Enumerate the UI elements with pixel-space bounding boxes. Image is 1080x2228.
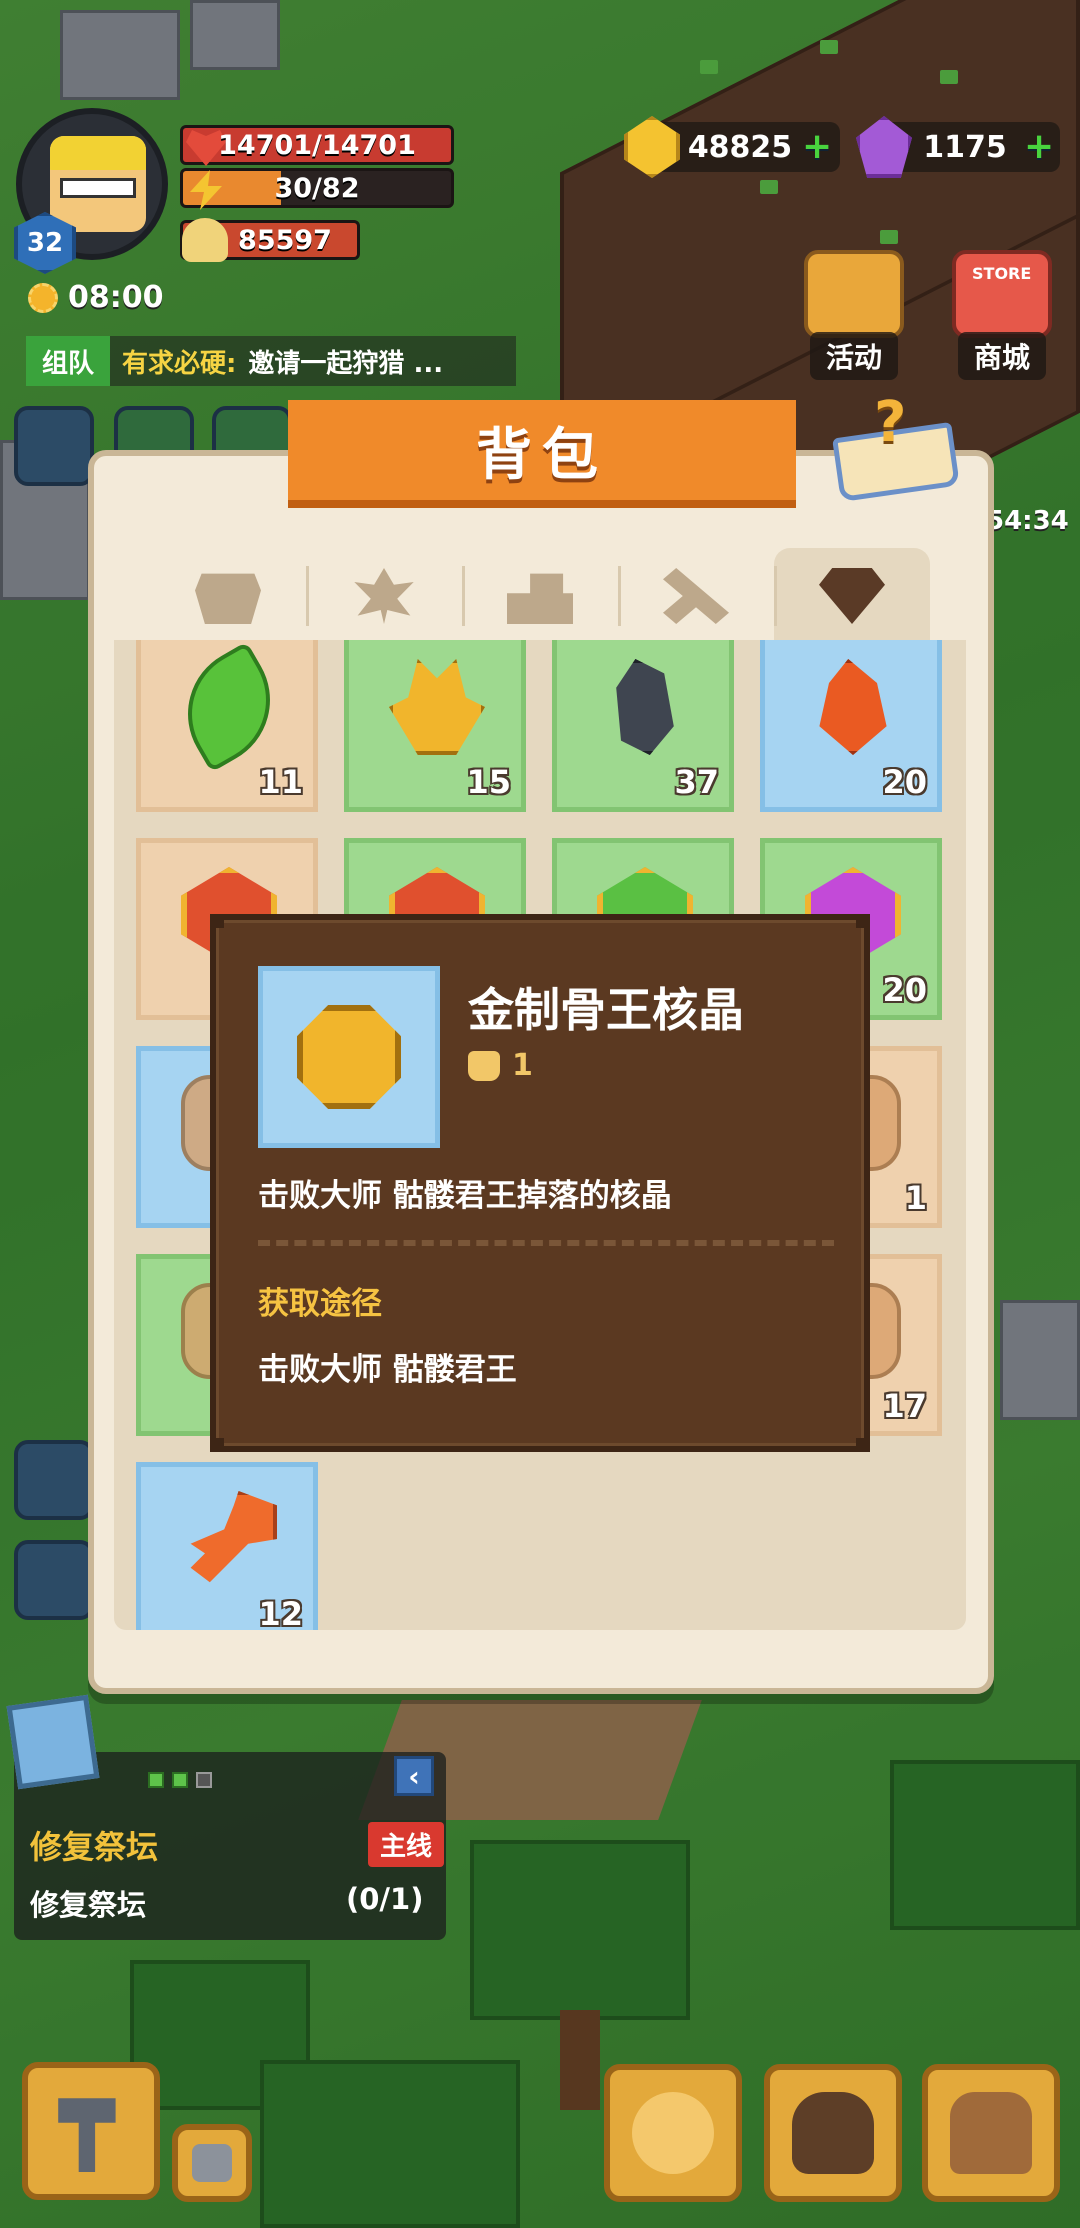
help-book-button[interactable]: ? bbox=[830, 390, 960, 503]
orangecrystal-icon bbox=[819, 659, 887, 755]
item-count: 37 bbox=[674, 763, 719, 801]
item-slot[interactable]: 12 bbox=[136, 1462, 318, 1630]
item-count: 1 bbox=[904, 1179, 927, 1217]
plant-icon bbox=[354, 568, 414, 624]
item-count: 15 bbox=[466, 763, 511, 801]
tab-plants[interactable] bbox=[306, 548, 462, 644]
tools-icon bbox=[663, 568, 729, 624]
gem-value: 1175 bbox=[923, 129, 1007, 165]
hp-value: 14701/14701 bbox=[218, 129, 416, 161]
energy-value: 30/82 bbox=[274, 172, 360, 204]
fullscreen-icon[interactable] bbox=[14, 406, 94, 486]
item-count: 20 bbox=[882, 763, 927, 801]
side-timer: 54:34 bbox=[986, 506, 1069, 536]
hero-button[interactable] bbox=[604, 2064, 742, 2202]
item-slot[interactable]: 37 bbox=[552, 640, 734, 812]
backpack-button[interactable] bbox=[922, 2064, 1060, 2202]
camera-icon bbox=[192, 2144, 232, 2182]
camera-button[interactable] bbox=[172, 2124, 252, 2202]
item-slot[interactable]: 11 bbox=[136, 640, 318, 812]
item-owned: 1 bbox=[468, 1048, 533, 1083]
team-invite-strip[interactable]: 组队 有求必硬: 邀请一起狩猎 ... bbox=[26, 336, 516, 386]
backpack-icon bbox=[950, 2092, 1032, 2174]
location-icon[interactable] bbox=[14, 1540, 94, 1620]
page-dot bbox=[172, 1772, 188, 1788]
shop-label: 商城 bbox=[957, 332, 1046, 380]
team-message: 邀请一起狩猎 ... bbox=[248, 348, 444, 379]
item-count: 11 bbox=[258, 763, 303, 801]
diamond-icon bbox=[819, 568, 885, 624]
quest-objective: 修复祭坛 bbox=[30, 1888, 147, 1922]
clock-time: 08:00 bbox=[68, 280, 164, 315]
team-tag: 组队 bbox=[26, 336, 111, 386]
hp-bar: 14701/14701 bbox=[180, 125, 454, 165]
add-gems-button[interactable]: + bbox=[1024, 129, 1054, 165]
item-slot[interactable]: 15 bbox=[344, 640, 526, 812]
quest-title: 修复祭坛 bbox=[30, 1828, 159, 1866]
goldcrystal-icon bbox=[389, 659, 485, 755]
darkcrystal-icon bbox=[616, 659, 674, 755]
bag-title-banner: 背包 bbox=[288, 400, 796, 508]
item-detail-popup: 金制骨王核晶 1 击败大师 骷髅君王掉落的核晶 获取途径 击败大师 骷髅君王 bbox=[210, 914, 870, 1452]
item-count: 17 bbox=[882, 1387, 927, 1425]
quest-page-dots bbox=[148, 1772, 212, 1788]
skull-core-icon bbox=[297, 1005, 401, 1109]
brick-icon bbox=[507, 573, 573, 624]
leaf-icon bbox=[163, 641, 295, 773]
divider bbox=[258, 1240, 834, 1246]
hero-icon bbox=[632, 2092, 714, 2174]
tab-gems[interactable] bbox=[774, 548, 930, 644]
bag-tabs bbox=[150, 548, 930, 644]
item-description: 击败大师 骷髅君王掉落的核晶 bbox=[258, 1178, 672, 1214]
key-icon bbox=[190, 1491, 277, 1583]
pets-icon bbox=[792, 2092, 874, 2174]
power-value: 85597 bbox=[238, 224, 332, 256]
bag-icon bbox=[468, 1050, 500, 1081]
bag-title: 背包 bbox=[476, 422, 608, 488]
event-button[interactable]: 活动 bbox=[796, 250, 912, 386]
source-heading: 获取途径 bbox=[258, 1286, 382, 1322]
game-clock: 08:00 bbox=[28, 280, 164, 315]
item-count: 20 bbox=[882, 971, 927, 1009]
build-button[interactable] bbox=[22, 2062, 160, 2200]
item-name: 金制骨王核晶 bbox=[468, 983, 744, 1037]
page-dot bbox=[196, 1772, 212, 1788]
quest-book-icon[interactable] bbox=[6, 1694, 100, 1790]
pets-button[interactable] bbox=[764, 2064, 902, 2202]
owned-count: 1 bbox=[512, 1048, 533, 1083]
quest-type-tag: 主线 bbox=[368, 1822, 445, 1867]
event-label: 活动 bbox=[809, 332, 898, 380]
event-icon bbox=[804, 250, 904, 338]
tab-materials[interactable] bbox=[462, 548, 618, 644]
item-slot[interactable]: 20 bbox=[760, 640, 942, 812]
quest-progress: (0/1) bbox=[346, 1882, 424, 1916]
page-dot bbox=[148, 1772, 164, 1788]
shop-sign: STORE bbox=[972, 264, 1032, 283]
avatar-portrait bbox=[50, 136, 146, 232]
item-count: 12 bbox=[258, 1595, 303, 1630]
tab-pots[interactable] bbox=[150, 548, 306, 644]
add-coins-button[interactable]: + bbox=[802, 129, 832, 165]
question-mark-icon: ? bbox=[874, 390, 907, 455]
tab-tools[interactable] bbox=[618, 548, 774, 644]
team-sender: 有求必硬: bbox=[122, 348, 237, 379]
sun-icon bbox=[28, 282, 58, 313]
energy-bar: 30/82 bbox=[180, 168, 454, 208]
source-text: 击败大师 骷髅君王 bbox=[258, 1352, 517, 1388]
coin-value: 48825 bbox=[687, 129, 793, 165]
item-thumbnail bbox=[258, 966, 440, 1148]
home-icon[interactable] bbox=[14, 1440, 94, 1520]
collapse-arrow-icon[interactable]: ‹ bbox=[394, 1756, 434, 1796]
hammer-icon bbox=[58, 2098, 116, 2172]
pot-icon bbox=[195, 573, 261, 624]
